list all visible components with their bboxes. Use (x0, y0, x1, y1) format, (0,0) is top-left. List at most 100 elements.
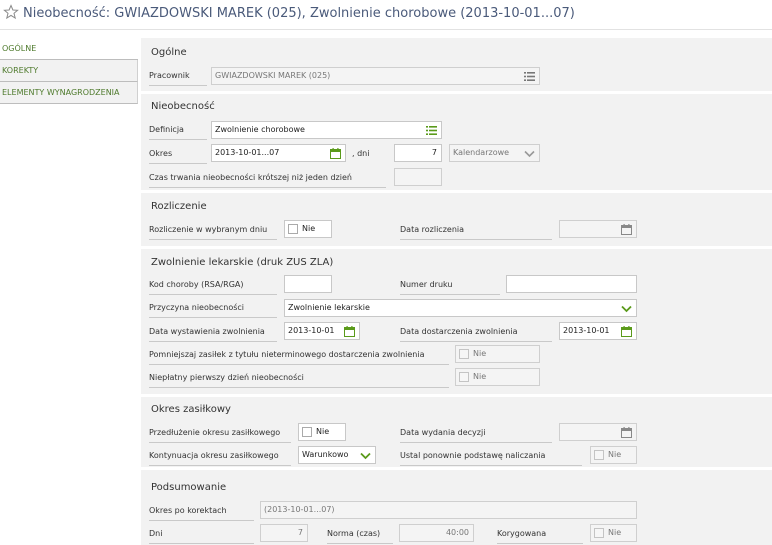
pomniejszaj-checkbox[interactable]: Nie (455, 345, 540, 363)
section-podsumowanie: Podsumowanie Okres po korektach (2013-10… (141, 470, 772, 545)
pracownik-value: GWIAZDOWSKI MAREK (025) (215, 71, 331, 80)
list-icon[interactable] (524, 71, 535, 82)
label-underline (149, 387, 449, 388)
nieplatny-label: Niepłatny pierwszy dzień nieobecności (149, 373, 304, 382)
chevron-down-icon[interactable] (621, 303, 632, 314)
data-wydania-label: Data wydania decyzji (400, 428, 486, 437)
calendar-icon[interactable] (344, 326, 355, 337)
star-icon[interactable] (3, 4, 19, 20)
kontynuacja-select[interactable]: Warunkowo (298, 446, 376, 464)
dni-podsumowanie-label: Dni (149, 529, 163, 538)
data-dostarczenia-field[interactable]: 2013-10-01 (559, 322, 637, 340)
label-underline (400, 442, 552, 443)
label-underline (400, 341, 552, 342)
norma-field[interactable]: 40:00 (399, 524, 474, 542)
section-title: Rozliczenie (151, 201, 207, 212)
definicja-field[interactable]: Zwolnienie chorobowe (211, 121, 442, 139)
section-title: Podsumowanie (151, 482, 227, 493)
kod-choroby-field[interactable] (284, 275, 332, 293)
label-underline (400, 465, 582, 466)
kontynuacja-value: Warunkowo (302, 450, 349, 459)
label-underline (149, 520, 254, 521)
chevron-down-icon[interactable] (360, 450, 371, 461)
list-icon[interactable] (426, 125, 437, 136)
label-underline (149, 139, 207, 140)
checkbox-label: Nie (608, 450, 622, 459)
section-title: Ogólne (151, 47, 187, 58)
data-rozliczenia-label: Data rozliczenia (400, 225, 465, 234)
label-underline (149, 317, 277, 318)
nav-item-korekty[interactable]: KOREKTY (0, 60, 138, 82)
okres-field[interactable]: 2013-10-01...07 (211, 144, 346, 162)
section-ogolne: Ogólne Pracownik GWIAZDOWSKI MAREK (025) (141, 38, 772, 91)
label-underline (149, 341, 277, 342)
okres-value: 2013-10-01...07 (215, 148, 280, 157)
checkbox-box[interactable] (594, 450, 604, 460)
rozliczenie-w-dniu-checkbox[interactable]: Nie (284, 220, 332, 238)
przedluzenie-checkbox[interactable]: Nie (298, 423, 346, 441)
przedluzenie-label: Przedłużenie okresu zasiłkowego (149, 428, 281, 437)
label-underline (149, 442, 291, 443)
data-wystawienia-field[interactable]: 2013-10-01 (284, 322, 360, 340)
section-title: Nieobecność (151, 101, 215, 112)
checkbox-label: Nie (302, 224, 316, 233)
okres-po-korektach-field[interactable]: (2013-10-01...07) (260, 501, 637, 519)
dni-label: , dni (352, 149, 370, 158)
nav-item-elementy-wynagrodzenia[interactable]: ELEMENTY WYNAGRODZENIA (0, 82, 138, 104)
section-okres-zasilkowy: Okres zasiłkowy Przedłużenie okresu zasi… (141, 397, 772, 467)
checkbox-box[interactable] (288, 224, 298, 234)
checkbox-box[interactable] (594, 528, 604, 538)
norma-label: Norma (czas) (327, 529, 381, 538)
label-underline (149, 187, 386, 188)
nav-item-ogolne[interactable]: OGÓLNE (0, 38, 138, 60)
dni-field[interactable]: 7 (394, 144, 442, 162)
ustal-podstawe-label: Ustal ponownie podstawę naliczania (400, 451, 546, 460)
label-underline (149, 465, 291, 466)
nieplatny-checkbox[interactable]: Nie (455, 368, 540, 386)
kalendarz-value: Kalendarzowe (453, 148, 510, 157)
numer-druku-field[interactable] (506, 275, 637, 293)
main-panel: Ogólne Pracownik GWIAZDOWSKI MAREK (025)… (141, 38, 772, 545)
label-underline (149, 239, 277, 240)
calendar-icon[interactable] (621, 224, 632, 235)
checkbox-box[interactable] (459, 372, 469, 382)
okres-label: Okres (149, 149, 173, 158)
section-nieobecnosc: Nieobecność Definicja Zwolnienie chorobo… (141, 94, 772, 190)
ustal-podstawe-checkbox[interactable]: Nie (590, 446, 637, 464)
section-zwolnienie: Zwolnienie lekarskie (druk ZUS ZLA) Kod … (141, 249, 772, 394)
chevron-down-icon[interactable] (524, 148, 535, 159)
definicja-label: Definicja (149, 125, 184, 134)
dni-podsumowanie-field[interactable]: 7 (260, 524, 308, 542)
rozliczenie-w-dniu-label: Rozliczenie w wybranym dniu (149, 225, 268, 234)
kod-choroby-label: Kod choroby (RSA/RGA) (149, 280, 244, 289)
numer-druku-label: Numer druku (400, 280, 453, 289)
data-wydania-field[interactable] (559, 423, 637, 441)
korygowana-label: Korygowana (497, 529, 547, 538)
section-title: Zwolnienie lekarskie (druk ZUS ZLA) (151, 257, 334, 268)
przyczyna-select[interactable]: Zwolnienie lekarskie (284, 299, 637, 317)
calendar-icon[interactable] (621, 326, 632, 337)
okres-po-korektach-label: Okres po korektach (149, 506, 227, 515)
czas-trwania-field[interactable] (394, 168, 442, 186)
label-underline (149, 163, 207, 164)
data-rozliczenia-field[interactable] (559, 220, 637, 238)
checkbox-box[interactable] (302, 427, 312, 437)
checkbox-box[interactable] (459, 349, 469, 359)
pracownik-label: Pracownik (149, 71, 190, 80)
definicja-value: Zwolnienie chorobowe (215, 125, 305, 134)
pracownik-field[interactable]: GWIAZDOWSKI MAREK (025) (211, 67, 540, 85)
kontynuacja-label: Kontynuacja okresu zasiłkowego (149, 451, 279, 460)
checkbox-label: Nie (608, 528, 622, 537)
calendar-icon[interactable] (330, 148, 341, 159)
kalendarz-select[interactable]: Kalendarzowe (449, 144, 540, 162)
przyczyna-label: Przyczyna nieobecności (149, 303, 245, 312)
label-underline (327, 543, 393, 544)
calendar-icon[interactable] (621, 427, 632, 438)
data-wystawienia-value: 2013-10-01 (288, 326, 335, 335)
data-dostarczenia-value: 2013-10-01 (563, 326, 610, 335)
checkbox-label: Nie (316, 427, 330, 436)
section-rozliczenie: Rozliczenie Rozliczenie w wybranym dniu … (141, 193, 772, 246)
page-title: Nieobecność: GWIAZDOWSKI MAREK (025), Zw… (23, 6, 575, 21)
korygowana-checkbox[interactable]: Nie (590, 524, 637, 542)
checkbox-label: Nie (473, 372, 487, 381)
